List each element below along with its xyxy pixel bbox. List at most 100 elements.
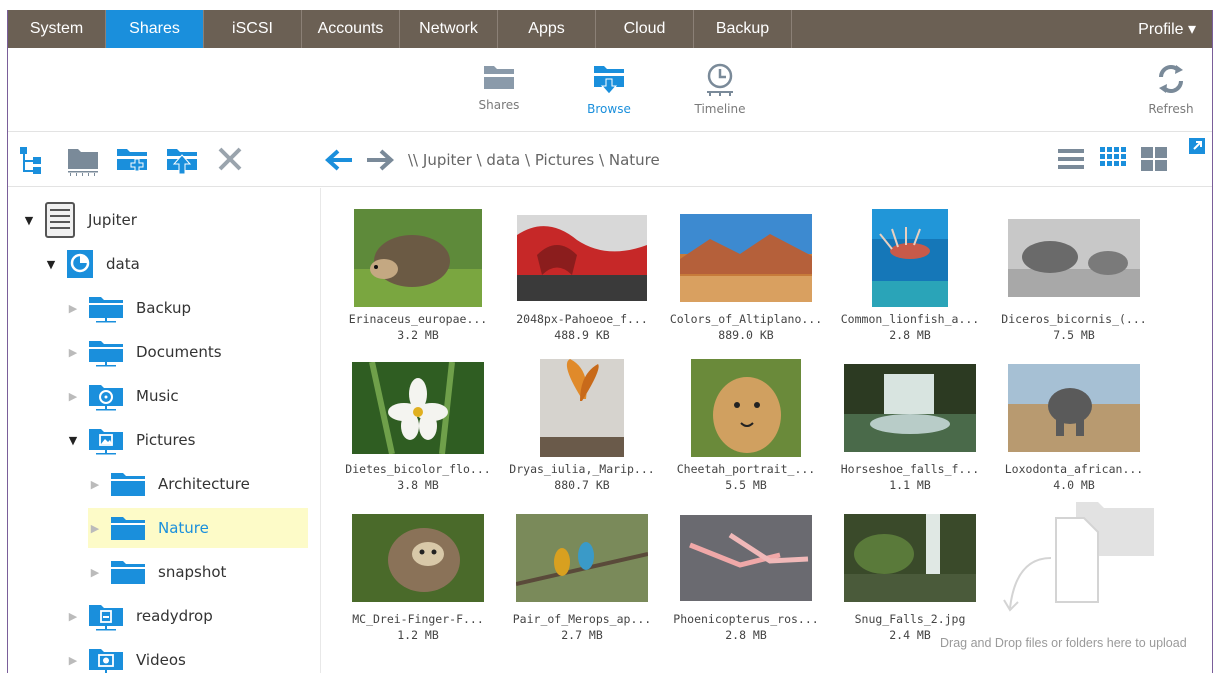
collapsed-arrow-icon[interactable]: ▶: [66, 346, 80, 359]
file-size: 1.1 MB: [889, 478, 931, 492]
tab-accounts[interactable]: Accounts: [302, 10, 400, 48]
collapsed-arrow-icon[interactable]: ▶: [66, 390, 80, 403]
tree-node-jupiter[interactable]: ▼ Jupiter: [22, 200, 137, 240]
tree-label-snapshot: snapshot: [158, 563, 227, 581]
file-size: 7.5 MB: [1053, 328, 1095, 342]
hedgehog-photo-thumbnail: [354, 209, 482, 307]
tab-backup[interactable]: Backup: [694, 10, 792, 48]
rhino-photo-thumbnail: [1008, 219, 1140, 297]
tree-label-backup: Backup: [136, 299, 191, 317]
file-name: Loxodonta_african...: [1004, 462, 1144, 476]
collapsed-arrow-icon[interactable]: ▶: [66, 610, 80, 623]
refresh-label: Refresh: [1148, 102, 1194, 116]
file-item[interactable]: Colors_of_Altiplano... 889.0 KB: [666, 208, 826, 342]
folder-icon: [89, 341, 123, 367]
file-size: 2.8 MB: [725, 628, 767, 642]
file-item[interactable]: Common_lionfish_a... 2.8 MB: [830, 208, 990, 342]
expanded-arrow-icon[interactable]: ▼: [44, 258, 58, 271]
cheetah-photo-thumbnail: [691, 359, 801, 457]
expanded-arrow-icon[interactable]: ▼: [66, 434, 80, 447]
tree-node-data[interactable]: ▼ data: [44, 244, 140, 284]
new-folder-icon[interactable]: [115, 145, 149, 179]
refresh-button[interactable]: Refresh: [1131, 62, 1211, 116]
refresh-icon: [1159, 65, 1183, 93]
file-size: 488.9 KB: [554, 328, 610, 342]
subnav-browse[interactable]: Browse: [569, 62, 649, 116]
collapsed-arrow-icon[interactable]: ▶: [88, 566, 102, 579]
file-size: 4.0 MB: [1053, 478, 1095, 492]
file-grid: Erinaceus_europae... 3.2 MB 2048px-Pahoe…: [322, 188, 1212, 673]
breadcrumb-data[interactable]: data: [486, 151, 520, 169]
file-item[interactable]: Horseshoe_falls_f... 1.1 MB: [830, 358, 990, 492]
drop-zone-hint: Drag and Drop files or folders here to u…: [940, 636, 1187, 650]
tree-node-snapshot[interactable]: ▶ snapshot: [88, 552, 226, 592]
tab-cloud[interactable]: Cloud: [596, 10, 694, 48]
thumbnail-view-icon[interactable]: [1100, 147, 1126, 175]
profile-menu[interactable]: Profile ▾: [1092, 10, 1212, 48]
tree-node-backup[interactable]: ▶ Backup: [66, 288, 191, 328]
sloth-photo-thumbnail: [352, 514, 484, 602]
tree-node-music[interactable]: ▶ Music: [66, 376, 179, 416]
collapsed-arrow-icon[interactable]: ▶: [88, 478, 102, 491]
breadcrumb-jupiter[interactable]: Jupiter: [423, 151, 472, 169]
file-item[interactable]: MC_Drei-Finger-F... 1.2 MB: [338, 508, 498, 642]
waterfall-photo-thumbnail: [844, 364, 976, 452]
tree-node-videos[interactable]: ▶ Videos: [66, 640, 186, 673]
expanded-arrow-icon[interactable]: ▼: [22, 214, 36, 227]
tab-network[interactable]: Network: [400, 10, 498, 48]
large-icon-view-icon[interactable]: [1141, 147, 1167, 175]
file-item[interactable]: Diceros_bicornis_(... 7.5 MB: [994, 208, 1154, 342]
videos-folder-icon: [89, 649, 123, 673]
file-item[interactable]: Dryas_iulia,_Marip... 880.7 KB: [502, 358, 662, 492]
tree-label-architecture: Architecture: [158, 475, 250, 493]
popout-icon[interactable]: [1188, 137, 1206, 159]
tree-node-documents[interactable]: ▶ Documents: [66, 332, 222, 372]
tree-node-nature[interactable]: ▶ Nature: [88, 508, 308, 548]
delete-icon[interactable]: [216, 145, 244, 177]
forward-arrow-icon[interactable]: [365, 147, 395, 177]
tab-system[interactable]: System: [8, 10, 106, 48]
file-size: 3.2 MB: [397, 328, 439, 342]
collapsed-arrow-icon[interactable]: ▶: [66, 654, 80, 667]
nas-device-icon: [45, 202, 75, 238]
list-view-icon[interactable]: [1058, 147, 1084, 175]
tree-view-icon[interactable]: [18, 145, 46, 179]
file-item[interactable]: 2048px-Pahoeoe_f... 488.9 KB: [502, 208, 662, 342]
tree-label-nature: Nature: [158, 519, 209, 537]
file-name: Dryas_iulia,_Marip...: [509, 462, 655, 476]
timeline-clock-icon: [707, 63, 733, 96]
file-size: 889.0 KB: [718, 328, 774, 342]
breadcrumb-nature[interactable]: Nature: [609, 151, 660, 169]
collapsed-arrow-icon[interactable]: ▶: [66, 302, 80, 315]
tab-apps[interactable]: Apps: [498, 10, 596, 48]
altiplano-photo-thumbnail: [680, 214, 812, 302]
breadcrumb-separator: \: [525, 151, 531, 169]
sub-toolbar: Shares Browse Timeline Refresh: [8, 48, 1212, 132]
tree-label-videos: Videos: [136, 651, 186, 669]
snug-falls-photo-thumbnail: [844, 514, 976, 602]
tree-node-readydrop[interactable]: ▶ readydrop: [66, 596, 213, 636]
browse-folder-icon: [594, 66, 624, 95]
tree-node-architecture[interactable]: ▶ Architecture: [88, 464, 250, 504]
tree-node-pictures[interactable]: ▼ Pictures: [66, 420, 195, 460]
file-item[interactable]: Phoenicopterus_ros... 2.8 MB: [666, 508, 826, 642]
tab-iscsi[interactable]: iSCSI: [204, 10, 302, 48]
file-item[interactable]: Dietes_bicolor_flo... 3.8 MB: [338, 358, 498, 492]
back-arrow-icon[interactable]: [324, 147, 354, 177]
file-item[interactable]: Loxodonta_african... 4.0 MB: [994, 358, 1154, 492]
subnav-timeline[interactable]: Timeline: [680, 62, 760, 116]
file-item[interactable]: Snug_Falls_2.jpg 2.4 MB: [830, 508, 990, 642]
file-item[interactable]: Pair_of_Merops_ap... 2.7 MB: [502, 508, 662, 642]
file-size: 1.2 MB: [397, 628, 439, 642]
subnav-shares[interactable]: Shares: [459, 62, 539, 112]
file-item[interactable]: Erinaceus_europae... 3.2 MB: [338, 208, 498, 342]
breadcrumb-pictures[interactable]: Pictures: [535, 151, 594, 169]
collapsed-arrow-icon[interactable]: ▶: [88, 522, 102, 535]
tab-shares[interactable]: Shares: [106, 10, 204, 48]
upload-icon[interactable]: [165, 145, 199, 181]
file-item[interactable]: Cheetah_portrait_... 5.5 MB: [666, 358, 826, 492]
drive-folder-icon[interactable]: [66, 145, 100, 181]
subnav-timeline-label: Timeline: [694, 102, 746, 116]
breadcrumb-prefix: \\: [408, 151, 419, 169]
